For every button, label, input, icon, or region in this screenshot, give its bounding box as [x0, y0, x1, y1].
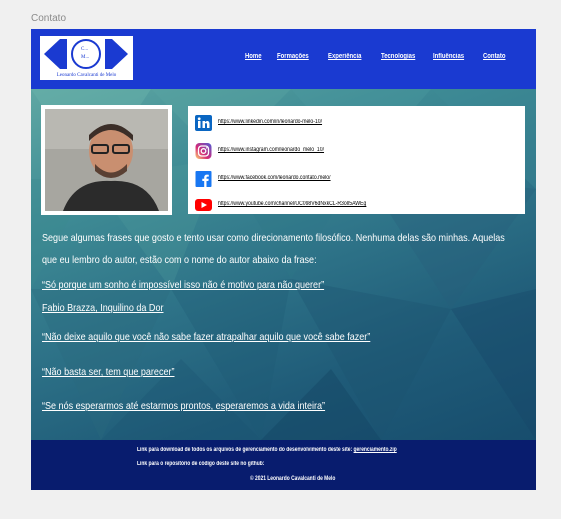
quote-2[interactable]: “Não deixe aquilo que você não sabe faze… — [42, 331, 370, 343]
footer-download-line: Link para download de todos os arquivos … — [137, 447, 397, 453]
logo-caption: Leonardo Cavalcanti de Melo — [56, 73, 117, 78]
profile-photo-image — [45, 109, 168, 211]
instagram-icon — [195, 143, 212, 159]
facebook-icon — [195, 171, 212, 187]
nav-tecnologias[interactable]: Tecnologias — [381, 53, 415, 60]
nav-influencias[interactable]: Influências — [433, 53, 464, 60]
quote-3[interactable]: “Não basta ser, tem que parecer” — [42, 366, 175, 378]
download-zip-link[interactable]: gerenciamento.zip — [354, 447, 397, 453]
frame-label: Contato — [31, 13, 67, 24]
nav-experiencia[interactable]: Experiência — [328, 53, 361, 60]
profile-photo — [41, 105, 172, 215]
linkedin-icon — [195, 115, 212, 131]
facebook-link[interactable]: https://www.facebook.com/leonardo.contat… — [218, 175, 331, 181]
intro-text: Segue algumas frases que gosto e tento u… — [42, 232, 505, 266]
instagram-link[interactable]: https://www.instagram.com/leonardo_melo_… — [218, 147, 324, 153]
social-links-box: https://www.linkedin.com/in/leonardo-mel… — [188, 106, 525, 214]
youtube-icon — [195, 199, 212, 211]
youtube-link[interactable]: https://www.youtube.com/channel/UC098V6d… — [218, 201, 366, 207]
footer-copyright: © 2021 Leonardo Cavalcanti de Melo — [250, 476, 336, 482]
quote-1-author[interactable]: Fabio Brazza, Inquilino da Dor — [42, 302, 163, 314]
site-logo[interactable]: C... M... Leonardo Cavalcanti de Melo — [40, 36, 133, 80]
footer-repo-text: Link para o repositório de código deste … — [137, 461, 265, 467]
nav-contato[interactable]: Contato — [483, 53, 505, 60]
quote-1[interactable]: “Só porque um sonho é impossível isso nã… — [42, 279, 324, 291]
footer-download-text: Link para download de todos os arquivos … — [137, 447, 353, 453]
nav-home[interactable]: Home — [245, 53, 262, 60]
footer: Link para download de todos os arquivos … — [31, 440, 536, 490]
linkedin-link[interactable]: https://www.linkedin.com/in/leonardo-mel… — [218, 119, 322, 125]
quote-4[interactable]: “Se nós esperarmos até estarmos prontos,… — [42, 400, 325, 412]
svg-text:M...: M... — [81, 55, 89, 60]
nav-formacoes[interactable]: Formações — [277, 53, 309, 60]
svg-text:C...: C... — [81, 47, 88, 52]
main-content: https://www.linkedin.com/in/leonardo-mel… — [31, 89, 536, 440]
header: C... M... Leonardo Cavalcanti de Melo Ho… — [31, 29, 536, 89]
contact-page: C... M... Leonardo Cavalcanti de Melo Ho… — [31, 29, 536, 490]
